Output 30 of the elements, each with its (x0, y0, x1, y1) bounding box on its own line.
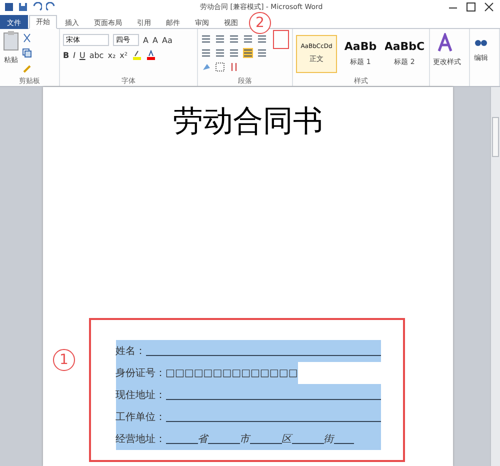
scrollbar[interactable] (490, 87, 500, 466)
highlight-frame (273, 30, 289, 49)
font-tool-button[interactable]: U (79, 50, 86, 60)
close-icon[interactable] (482, 2, 496, 12)
font-tool-button[interactable]: B (63, 50, 70, 60)
font-tool-button[interactable]: A (143, 36, 148, 44)
clipboard-icon[interactable] (3, 31, 19, 51)
redo-icon[interactable] (46, 2, 56, 12)
borders-icon[interactable] (215, 62, 225, 72)
form-field: 现住地址： (116, 384, 380, 406)
font-tool-button[interactable]: I (73, 50, 76, 60)
scissors-icon[interactable] (22, 33, 32, 43)
form-field: 工作单位： (116, 406, 380, 428)
font-tool-button[interactable]: x₂ (108, 50, 116, 60)
copy-icon[interactable] (22, 48, 32, 58)
justify-icon[interactable] (243, 48, 253, 58)
font-tool-button[interactable]: Aa (162, 36, 172, 44)
form-field: 经营地址： 省 市 区 街 (116, 428, 380, 450)
undo-icon[interactable] (32, 2, 42, 12)
font-tool-button[interactable]: abc (89, 50, 104, 60)
font-color-icon[interactable] (146, 50, 156, 60)
maximize-icon[interactable] (464, 2, 478, 12)
document-title: 劳动合同书 (173, 103, 323, 141)
step-number: 2 (249, 12, 271, 34)
font-tool-button[interactable]: x² (120, 50, 128, 60)
form-field: 身份证号：□□□□□□□□□□□□□□ (116, 362, 298, 384)
highlighter-icon[interactable] (132, 50, 142, 60)
font-tool-button[interactable]: A (152, 36, 158, 44)
form-field: 姓名： (116, 340, 380, 362)
save-icon[interactable] (18, 2, 28, 12)
